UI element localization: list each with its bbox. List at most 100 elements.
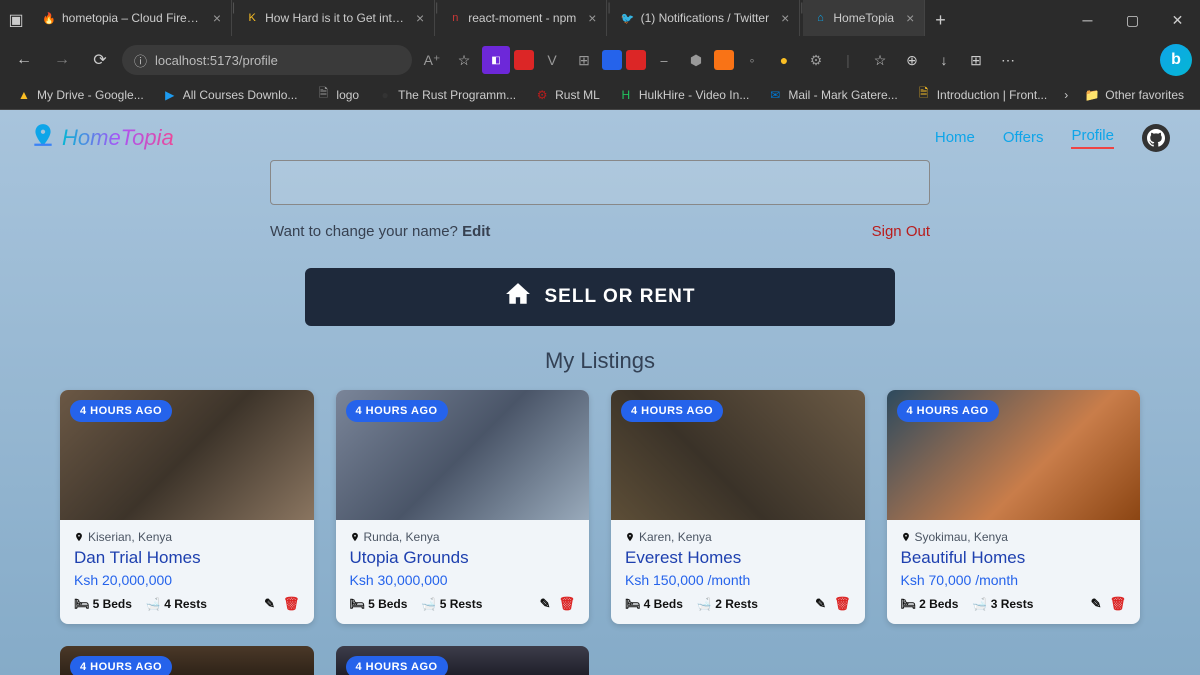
downloads-icon[interactable]: ↓ — [930, 46, 958, 74]
favorites-icon[interactable]: ☆ — [866, 46, 894, 74]
bookmark-favicon: H — [618, 87, 634, 103]
bookmark-favicon: 🗎 — [916, 87, 932, 103]
time-badge: 4 HOURS AGO — [70, 656, 172, 675]
tab-close-icon[interactable]: × — [213, 10, 221, 26]
browser-tab[interactable]: 🐦(1) Notifications / Twitter× — [611, 0, 801, 36]
sell-or-rent-button[interactable]: SELL OR RENT — [305, 268, 895, 326]
delete-listing-icon[interactable]: 🗑 — [558, 596, 575, 612]
listing-location: Karen, Kenya — [625, 530, 851, 544]
github-icon[interactable] — [1142, 124, 1170, 152]
other-favorites[interactable]: 📁 Other favorites — [1076, 83, 1192, 107]
listing-price: Ksh 30,000,000 — [350, 572, 576, 588]
ext-icon[interactable]: ● — [770, 46, 798, 74]
bookmark-favicon: 🗎 — [315, 87, 331, 103]
bookmark-item[interactable]: ✉Mail - Mark Gatere... — [759, 83, 905, 107]
bookmark-item[interactable]: 🗎logo — [307, 83, 367, 107]
tab-close-icon[interactable]: × — [906, 10, 914, 26]
bookmark-favicon: ⚙ — [534, 87, 550, 103]
url-input[interactable]: ⓘ localhost:5173/profile — [122, 45, 412, 75]
edit-listing-icon[interactable]: ✎ — [264, 596, 275, 612]
forward-button[interactable]: → — [46, 44, 78, 76]
delete-listing-icon[interactable]: 🗑 — [283, 596, 300, 612]
ext-icon[interactable] — [626, 50, 646, 70]
listing-card[interactable]: 4 HOURS AGO Kiserian, Kenya Dan Trial Ho… — [60, 390, 314, 624]
bookmark-item[interactable]: 🗎 Introduction | Front... — [908, 83, 1056, 107]
ext-icon[interactable]: ⊞ — [570, 46, 598, 74]
bookmark-favicon: ● — [377, 87, 393, 103]
tab-close-icon[interactable]: × — [416, 10, 424, 26]
listing-location: Kiserian, Kenya — [74, 530, 300, 544]
bookmarks-overflow[interactable]: › — [1064, 88, 1068, 102]
browser-titlebar: ▣ 🔥hometopia – Cloud Firestore×|KHow Har… — [0, 0, 1200, 40]
tab-close-icon[interactable]: × — [781, 10, 789, 26]
listing-price: Ksh 20,000,000 — [74, 572, 300, 588]
edit-listing-icon[interactable]: ✎ — [540, 596, 551, 612]
delete-listing-icon[interactable]: 🗑 — [1109, 596, 1126, 612]
ext-icon[interactable]: ◦ — [738, 46, 766, 74]
bookmark-label: Introduction | Front... — [937, 88, 1048, 102]
listing-card[interactable]: 4 HOURS AGO Runda, Kenya Utopia Grounds … — [336, 390, 590, 624]
bookmark-item[interactable]: H HulkHire - Video In... — [610, 83, 758, 107]
window-maximize[interactable]: ▢ — [1110, 0, 1155, 40]
nav-profile[interactable]: Profile — [1071, 127, 1114, 149]
more-icon[interactable]: ⋯ — [994, 46, 1022, 74]
refresh-button[interactable]: ⟳ — [84, 44, 116, 76]
browser-tab[interactable]: 🔥hometopia – Cloud Firestore× — [32, 0, 232, 36]
edit-listing-icon[interactable]: ✎ — [815, 596, 826, 612]
nav-offers[interactable]: Offers — [1003, 129, 1044, 146]
bookmark-label: My Drive - Google... — [37, 88, 144, 102]
ext-icon[interactable] — [714, 50, 734, 70]
app-logo[interactable]: HomeTopia — [30, 122, 174, 154]
listing-card[interactable]: 4 HOURS AGO — [60, 646, 314, 675]
ext-icon[interactable] — [602, 50, 622, 70]
bookmark-item[interactable]: ●The Rust Programm... — [369, 83, 524, 107]
site-info-icon[interactable]: ⓘ — [134, 51, 147, 70]
bookmark-item[interactable]: ▶All Courses Downlo... — [154, 83, 306, 107]
ext-icon[interactable]: ⎯ — [650, 46, 678, 74]
ext-icon[interactable]: ⚙ — [802, 46, 830, 74]
time-badge: 4 HOURS AGO — [346, 656, 448, 675]
browser-tab[interactable]: ⌂HomeTopia× — [803, 0, 925, 36]
reader-icon[interactable]: A⁺ — [418, 46, 446, 74]
beds-count: 🛏 4 Beds — [625, 597, 683, 611]
app-navbar: HomeTopia Home Offers Profile — [0, 110, 1200, 165]
listing-card[interactable]: 4 HOURS AGO Syokimau, Kenya Beautiful Ho… — [887, 390, 1141, 624]
back-button[interactable]: ← — [8, 44, 40, 76]
listing-location: Runda, Kenya — [350, 530, 576, 544]
bookmark-item[interactable]: ▲My Drive - Google... — [8, 83, 152, 107]
ext-icon[interactable]: V — [538, 46, 566, 74]
ext-icon[interactable]: ⬢ — [682, 46, 710, 74]
page-content: HomeTopia Home Offers Profile Want to ch… — [0, 110, 1200, 675]
rests-count: 🛁 2 Rests — [697, 597, 758, 611]
sign-out-button[interactable]: Sign Out — [872, 223, 930, 240]
nav-home[interactable]: Home — [935, 129, 975, 146]
edit-listing-icon[interactable]: ✎ — [1091, 596, 1102, 612]
window-minimize[interactable]: ─ — [1065, 0, 1110, 40]
listing-card[interactable]: 4 HOURS AGO Karen, Kenya Everest Homes K… — [611, 390, 865, 624]
tab-favicon: 🔥 — [42, 11, 56, 25]
extensions-icon[interactable]: ⊞ — [962, 46, 990, 74]
browser-address-bar: ← → ⟳ ⓘ localhost:5173/profile A⁺ ☆ ◧ V … — [0, 40, 1200, 80]
collections-icon[interactable]: ⊕ — [898, 46, 926, 74]
listing-image: 4 HOURS AGO — [336, 390, 590, 520]
listing-price: Ksh 70,000 /month — [901, 572, 1127, 588]
ext-icon[interactable] — [514, 50, 534, 70]
edit-name-button[interactable]: Edit — [462, 223, 490, 240]
email-input[interactable] — [270, 160, 930, 205]
bookmark-label: Mail - Mark Gatere... — [788, 88, 897, 102]
ext-icon[interactable]: ◧ — [482, 46, 510, 74]
bookmark-label: All Courses Downlo... — [183, 88, 298, 102]
tab-overview-icon[interactable]: ▣ — [0, 4, 32, 36]
bing-chat-button[interactable]: b — [1160, 44, 1192, 76]
new-tab-button[interactable]: + — [925, 10, 956, 31]
browser-tab[interactable]: KHow Hard is it to Get into FA× — [235, 0, 435, 36]
tab-close-icon[interactable]: × — [588, 10, 596, 26]
listing-card[interactable]: 4 HOURS AGO — [336, 646, 590, 675]
bookmark-label: HulkHire - Video In... — [639, 88, 750, 102]
favorite-icon[interactable]: ☆ — [450, 46, 478, 74]
delete-listing-icon[interactable]: 🗑 — [834, 596, 851, 612]
bookmark-label: Rust ML — [555, 88, 600, 102]
browser-tab[interactable]: nreact-moment - npm× — [438, 0, 607, 36]
window-close[interactable]: ✕ — [1155, 0, 1200, 40]
bookmark-item[interactable]: ⚙ Rust ML — [526, 83, 608, 107]
